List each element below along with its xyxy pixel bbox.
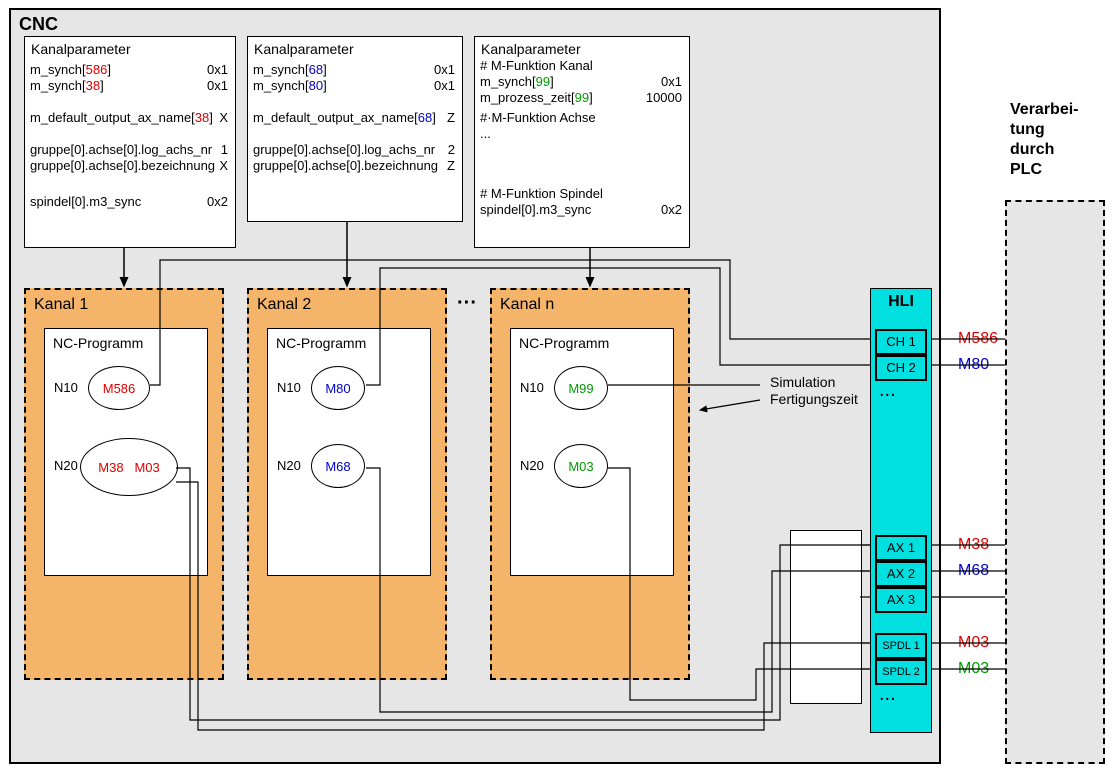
code-text: M03 [568,459,593,474]
nc-title: NC-Programm [276,335,366,351]
code-circle: M68 [311,444,365,488]
nc-title: NC-Programm [519,335,609,351]
sim-line1: SimulationFertigungszeit [770,374,858,407]
code-circle: M38 M03 [80,438,178,496]
param-box-title: Kanalparameter [481,41,581,57]
param-line: ... [480,126,684,141]
kanal-ellipsis: ··· [457,292,477,315]
hli-dots: ... [879,691,896,697]
hli-title: HLI [871,293,931,311]
out-m80: M80 [958,356,989,374]
param-line: # M-Funktion Kanal [480,58,684,73]
code-text: M99 [568,381,593,396]
nc-line-n: N20 [520,458,544,473]
code-circle: M586 [88,366,150,410]
param-line: m_default_output_ax_name[38]X [30,110,230,125]
nc-title: NC-Programm [53,335,143,351]
param-line: #·M-Funktion Achse [480,110,684,125]
hli-ch-1: CH 1 [875,329,927,355]
plc-line: tung [1010,121,1045,138]
param-line: m_default_output_ax_name[68]Z [253,110,457,125]
plc-label: Verarbei- tung durch PLC [1010,100,1078,180]
out-m68: M68 [958,562,989,580]
code-text: M03 [134,460,159,475]
param-line: m_synch[38]0x1 [30,78,230,93]
kanal-title: Kanal 1 [34,296,88,314]
nc-line-n: N20 [54,458,78,473]
param-line: gruppe[0].achse[0].log_achs_nr1 [30,142,230,157]
code-text-group: M38 M03 [98,460,159,475]
nc-line-n: N10 [54,380,78,395]
param-line: m_synch[99]0x1 [480,74,684,89]
plc-line: durch [1010,141,1054,158]
diagram-root: CNC Kanalparameter Kanalparameter Kanalp… [0,0,1115,771]
nc-line-n: N20 [277,458,301,473]
param-line: gruppe[0].achse[0].bezeichnungX [30,158,230,173]
hli-spdl-1: SPDL 1 [875,633,927,659]
hli-bar: HLI CH 1 CH 2 ... AX 1 AX 2 AX 3 SPDL 1 … [870,288,932,733]
param-line: m_synch[80]0x1 [253,78,457,93]
hli-ax-1: AX 1 [875,535,927,561]
param-line: m_prozess_zeit[99]10000 [480,90,684,105]
param-line: # M-Funktion Spindel [480,186,684,201]
param-line: m_synch[68]0x1 [253,62,457,77]
param-line: spindel[0].m3_sync0x2 [30,194,230,209]
kanal-title: Kanal n [500,296,554,314]
plc-line: PLC [1010,161,1042,178]
param-line: spindel[0].m3_sync0x2 [480,202,684,217]
code-text: M68 [325,459,350,474]
nc-line-n: N10 [277,380,301,395]
hli-ax-2: AX 2 [875,561,927,587]
out-m03r: M03 [958,634,989,652]
hli-dots: ... [879,387,896,393]
param-line: m_synch[586]0x1 [30,62,230,77]
code-text: M586 [103,381,136,396]
cnc-title: CNC [19,14,58,35]
out-m03g: M03 [958,660,989,678]
plc-frame [1005,200,1105,764]
out-m586: M586 [958,330,998,348]
code-text: M80 [325,381,350,396]
param-box-title: Kanalparameter [254,41,354,57]
param-line: gruppe[0].achse[0].bezeichnungZ [253,158,457,173]
param-box-title: Kanalparameter [31,41,131,57]
out-m38: M38 [958,536,989,554]
axis-block [790,530,862,704]
hli-ch-2: CH 2 [875,355,927,381]
code-circle: M80 [311,366,365,410]
nc-line-n: N10 [520,380,544,395]
code-circle: M03 [554,444,608,488]
hli-spdl-2: SPDL 2 [875,659,927,685]
plc-line: Verarbei- [1010,101,1078,118]
kanal-title: Kanal 2 [257,296,311,314]
hli-ax-3: AX 3 [875,587,927,613]
param-line: gruppe[0].achse[0].log_achs_nr2 [253,142,457,157]
code-circle: M99 [554,366,608,410]
code-text: M38 [98,460,123,475]
